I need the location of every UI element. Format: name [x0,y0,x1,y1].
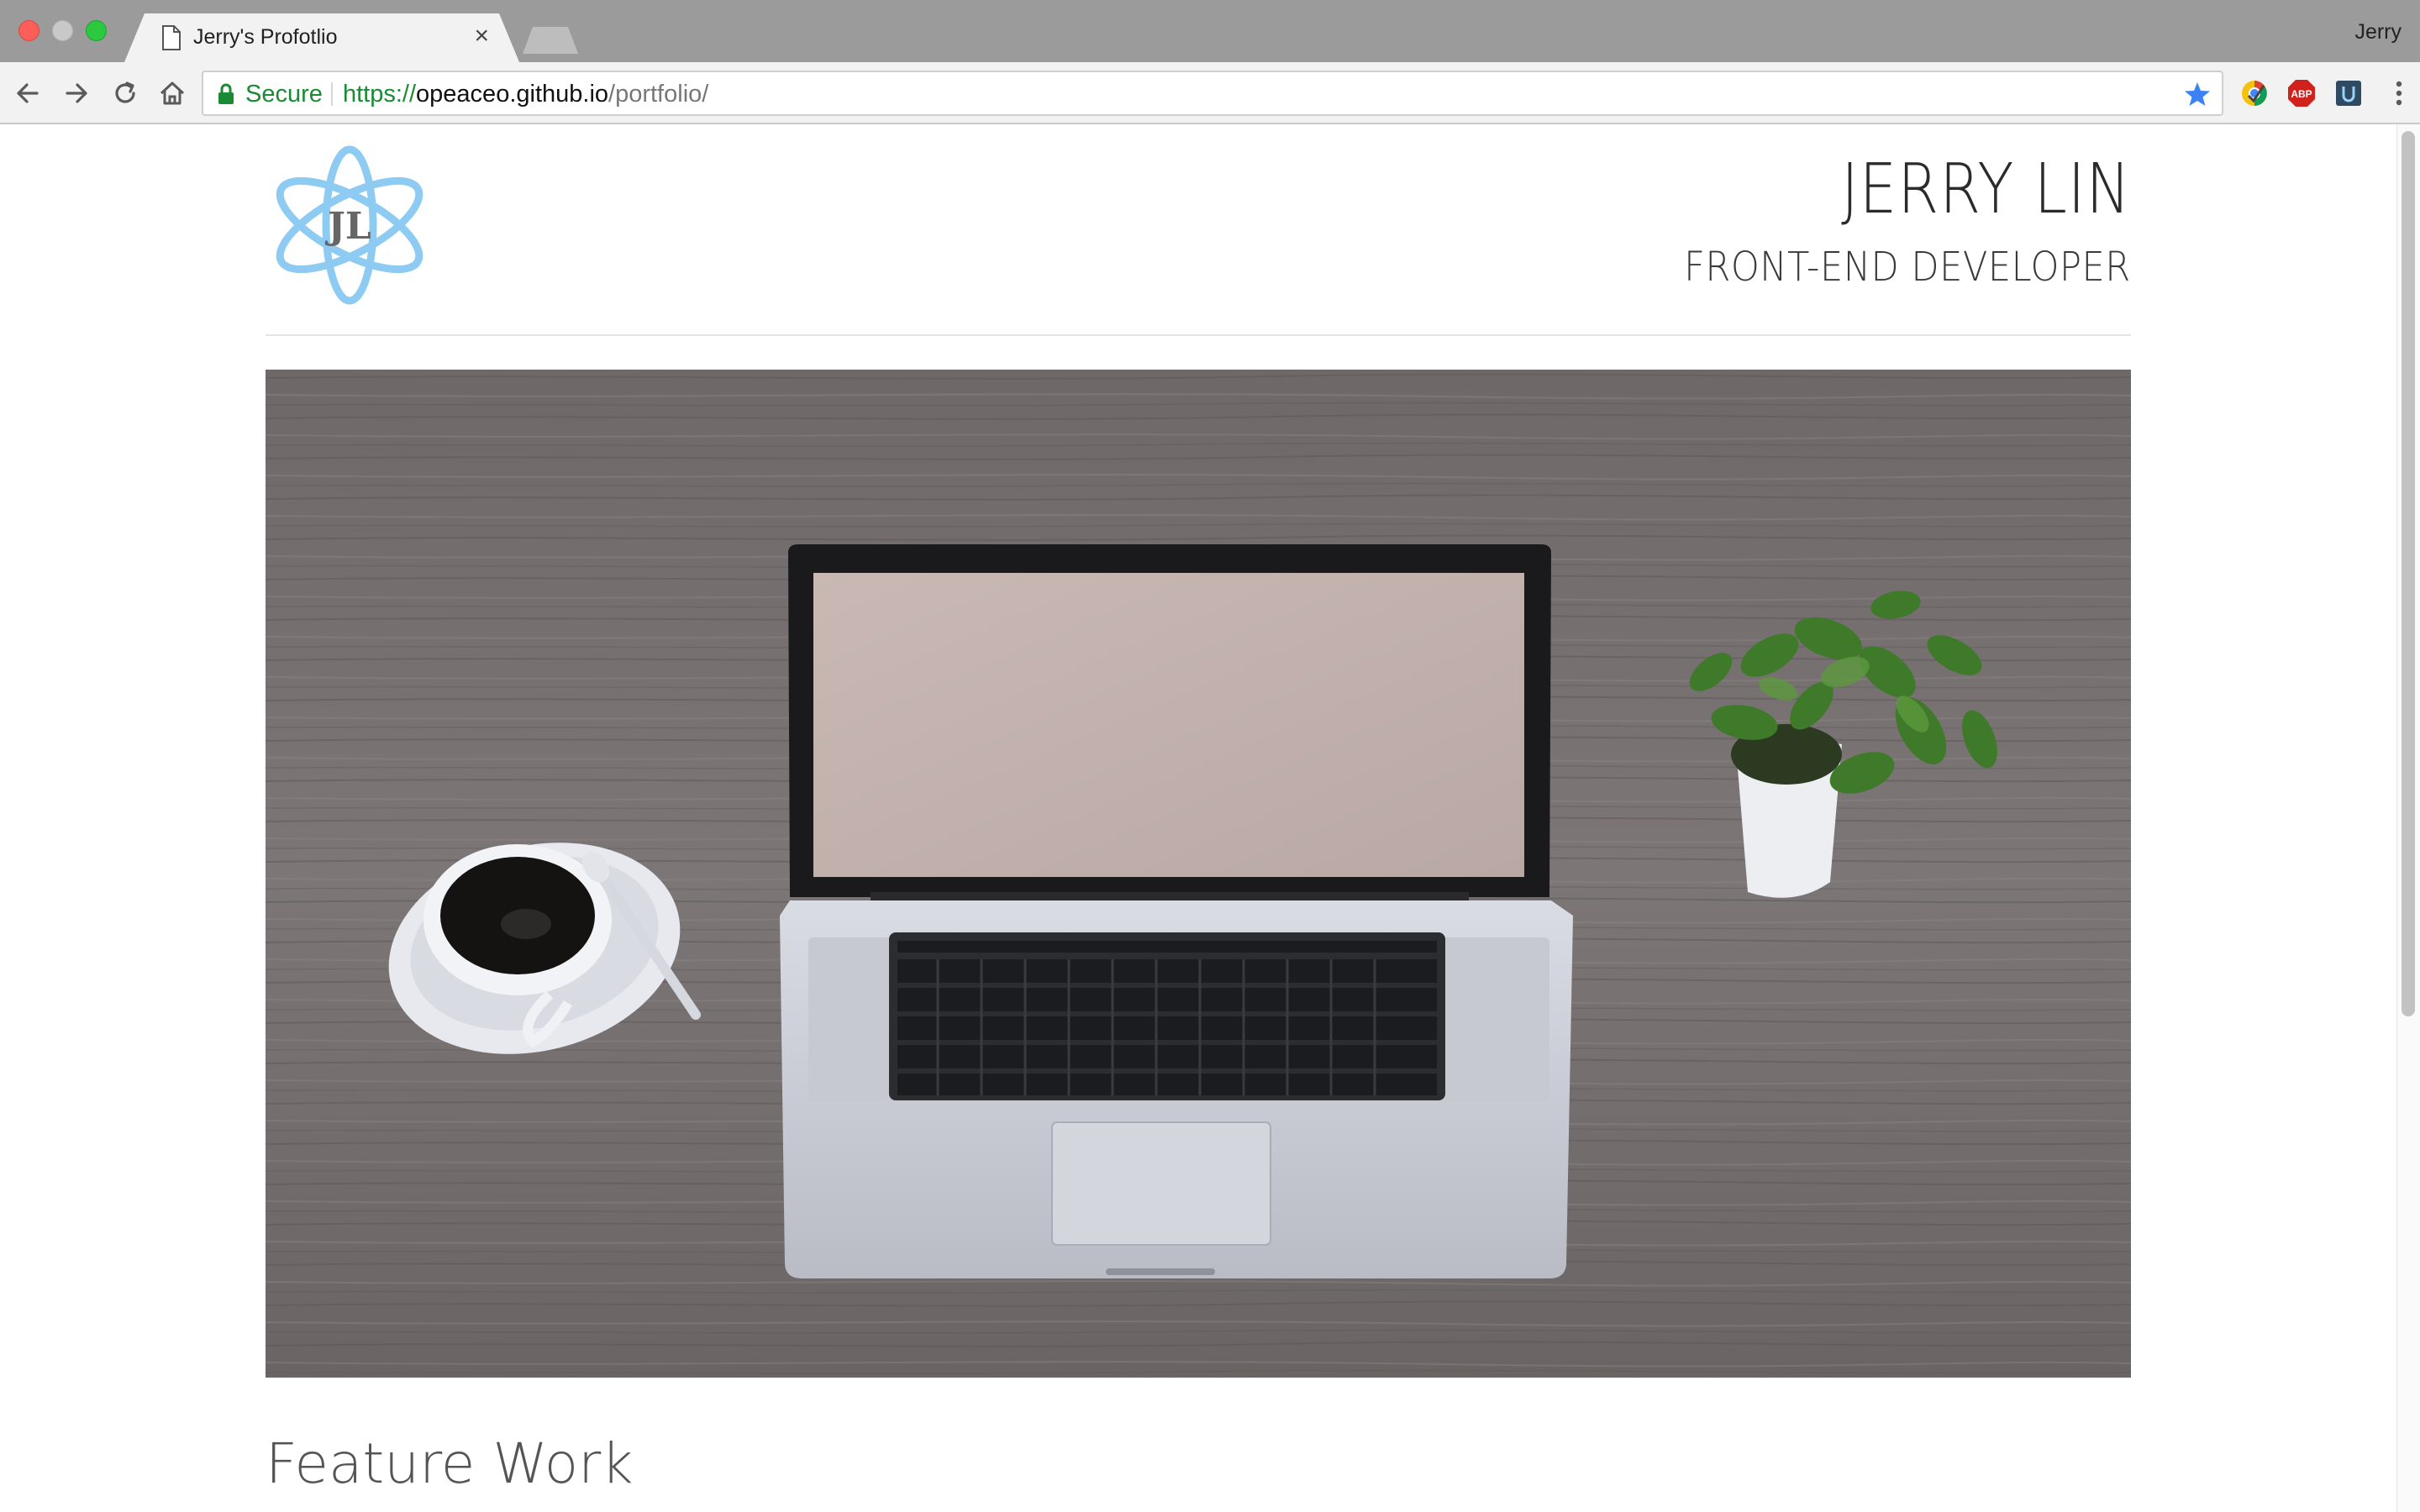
address-bar[interactable]: Secure https://opeaceo.github.io/portfol… [202,71,2223,116]
home-icon [160,81,185,105]
adblock-plus-icon[interactable]: ABP [2287,79,2316,108]
menu-kebab-icon[interactable] [2395,77,2403,109]
url-path: /portfolio/ [608,81,709,108]
address-divider [331,82,333,106]
minimize-window-button[interactable] [52,20,73,41]
reload-icon [115,81,135,103]
forward-button[interactable] [60,77,92,109]
arrow-right-icon [66,83,87,103]
section-title-feature-work: Feature Work [266,1431,634,1496]
scrollbar[interactable] [2396,124,2420,1512]
arrow-left-icon [17,83,39,103]
maximize-window-button[interactable] [86,20,107,41]
chrome-extension-icon[interactable] [2240,79,2269,108]
url-host: opeaceo.github.io [416,81,609,108]
url-scheme: https:// [343,81,417,108]
tab-extension-icon[interactable] [2334,79,2363,108]
hero-image [266,370,2131,1378]
close-window-button[interactable] [18,20,39,41]
logo-initials: JL [324,205,371,248]
secure-label: Secure [245,81,323,108]
bookmark-star-icon[interactable] [2183,80,2212,108]
page-subtitle: FRONT-END DEVELOPER [1684,244,2131,291]
tab-close-button[interactable]: × [474,24,489,49]
page-viewport: JL JERRY LIN FRONT-END DEVELOPER Feature… [0,124,2420,1512]
page-document-icon [161,25,182,50]
browser-tab-active[interactable]: Jerry's Profotlio × [124,13,519,62]
url-text[interactable]: https://opeaceo.github.io/portfolio/ [343,81,708,108]
browser-toolbar: Secure https://opeaceo.github.io/portfol… [0,62,2420,124]
atom-logo-icon[interactable]: JL [266,144,434,306]
scrollbar-thumb[interactable] [2402,131,2415,1016]
home-button[interactable] [156,77,188,109]
tab-title: Jerry's Profotlio [193,25,338,49]
profile-name-button[interactable]: Jerry [2354,20,2402,45]
back-button[interactable] [12,77,44,109]
header-divider [266,334,2131,336]
reload-button[interactable] [109,77,141,109]
page-title: JERRY LIN [1841,150,2131,229]
lock-icon [218,83,234,104]
browser-titlebar: Jerry's Profotlio × Jerry [0,0,2420,62]
new-tab-button[interactable] [523,27,578,54]
svg-text:ABP: ABP [2291,88,2312,100]
